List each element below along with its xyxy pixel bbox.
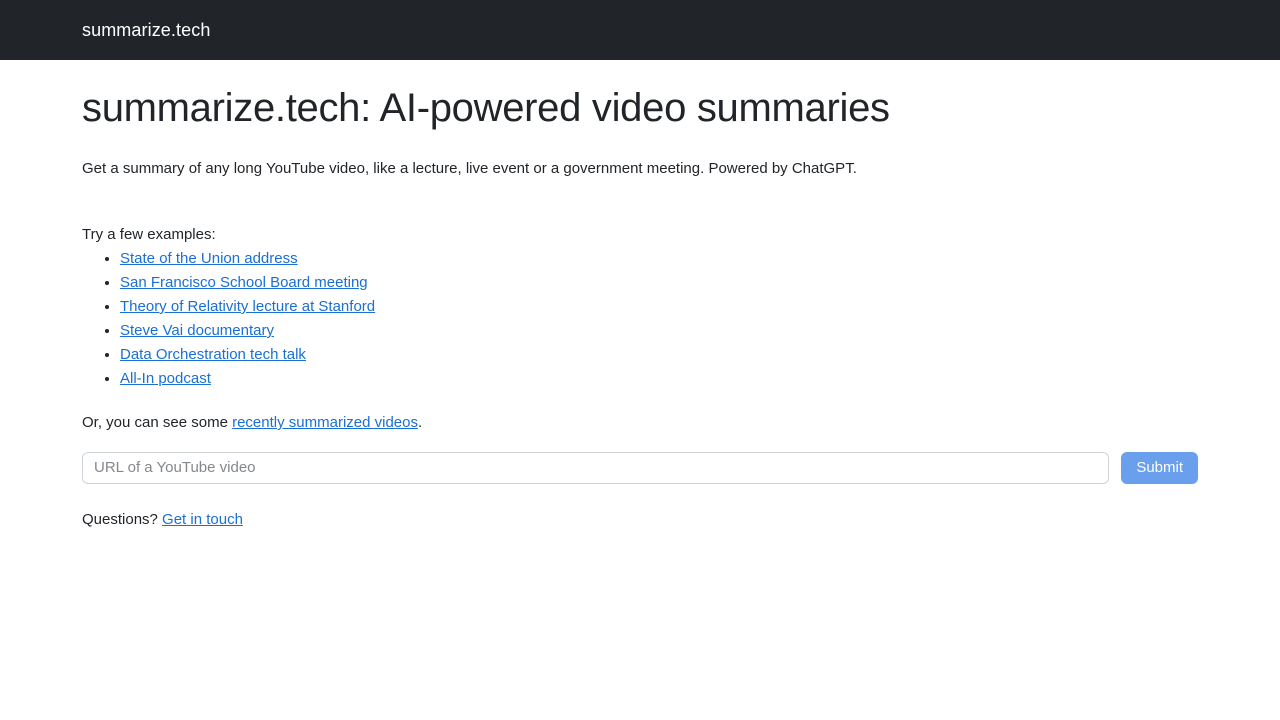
questions-line: Questions? Get in touch — [82, 509, 1198, 532]
list-item: State of the Union address — [120, 247, 1198, 271]
example-link-relativity-lecture[interactable]: Theory of Relativity lecture at Stanford — [120, 298, 375, 315]
page-description: Get a summary of any long YouTube video,… — [82, 160, 857, 177]
recent-videos-line: Or, you can see some recently summarized… — [82, 412, 1198, 435]
list-item: All-In podcast — [120, 367, 1198, 391]
example-link-sf-school-board[interactable]: San Francisco School Board meeting — [120, 274, 368, 291]
list-item: Theory of Relativity lecture at Stanford — [120, 295, 1198, 319]
navbar-inner: summarize.tech — [82, 21, 1198, 39]
top-navbar: summarize.tech — [0, 0, 1280, 60]
video-url-form: Submit — [82, 451, 1198, 484]
recently-summarized-videos-link[interactable]: recently summarized videos — [232, 414, 418, 431]
page-title: summarize.tech: AI-powered video summari… — [82, 86, 890, 130]
example-link-data-orchestration[interactable]: Data Orchestration tech talk — [120, 346, 306, 363]
questions-prefix: Questions? — [82, 510, 163, 528]
main-container: summarize.tech: AI-powered video summari… — [82, 60, 1198, 531]
list-item: San Francisco School Board meeting — [120, 271, 1198, 295]
list-item: Steve Vai documentary — [120, 319, 1198, 343]
example-link-state-of-the-union[interactable]: State of the Union address — [120, 250, 298, 267]
examples-list: State of the Union address San Francisco… — [82, 247, 1198, 391]
submit-button[interactable]: Submit — [1121, 451, 1198, 484]
list-item: Data Orchestration tech talk — [120, 343, 1198, 367]
recent-videos-prefix: Or, you can see some — [82, 414, 233, 431]
recent-videos-suffix: . — [417, 414, 423, 431]
examples-intro-text: Try a few examples: — [82, 225, 216, 243]
example-link-steve-vai[interactable]: Steve Vai documentary — [120, 322, 274, 339]
get-in-touch-link[interactable]: Get in touch — [162, 511, 243, 528]
example-link-all-in-podcast[interactable]: All-In podcast — [120, 370, 211, 387]
video-url-input[interactable] — [82, 451, 1110, 484]
navbar-brand-link[interactable]: summarize.tech — [82, 21, 210, 39]
